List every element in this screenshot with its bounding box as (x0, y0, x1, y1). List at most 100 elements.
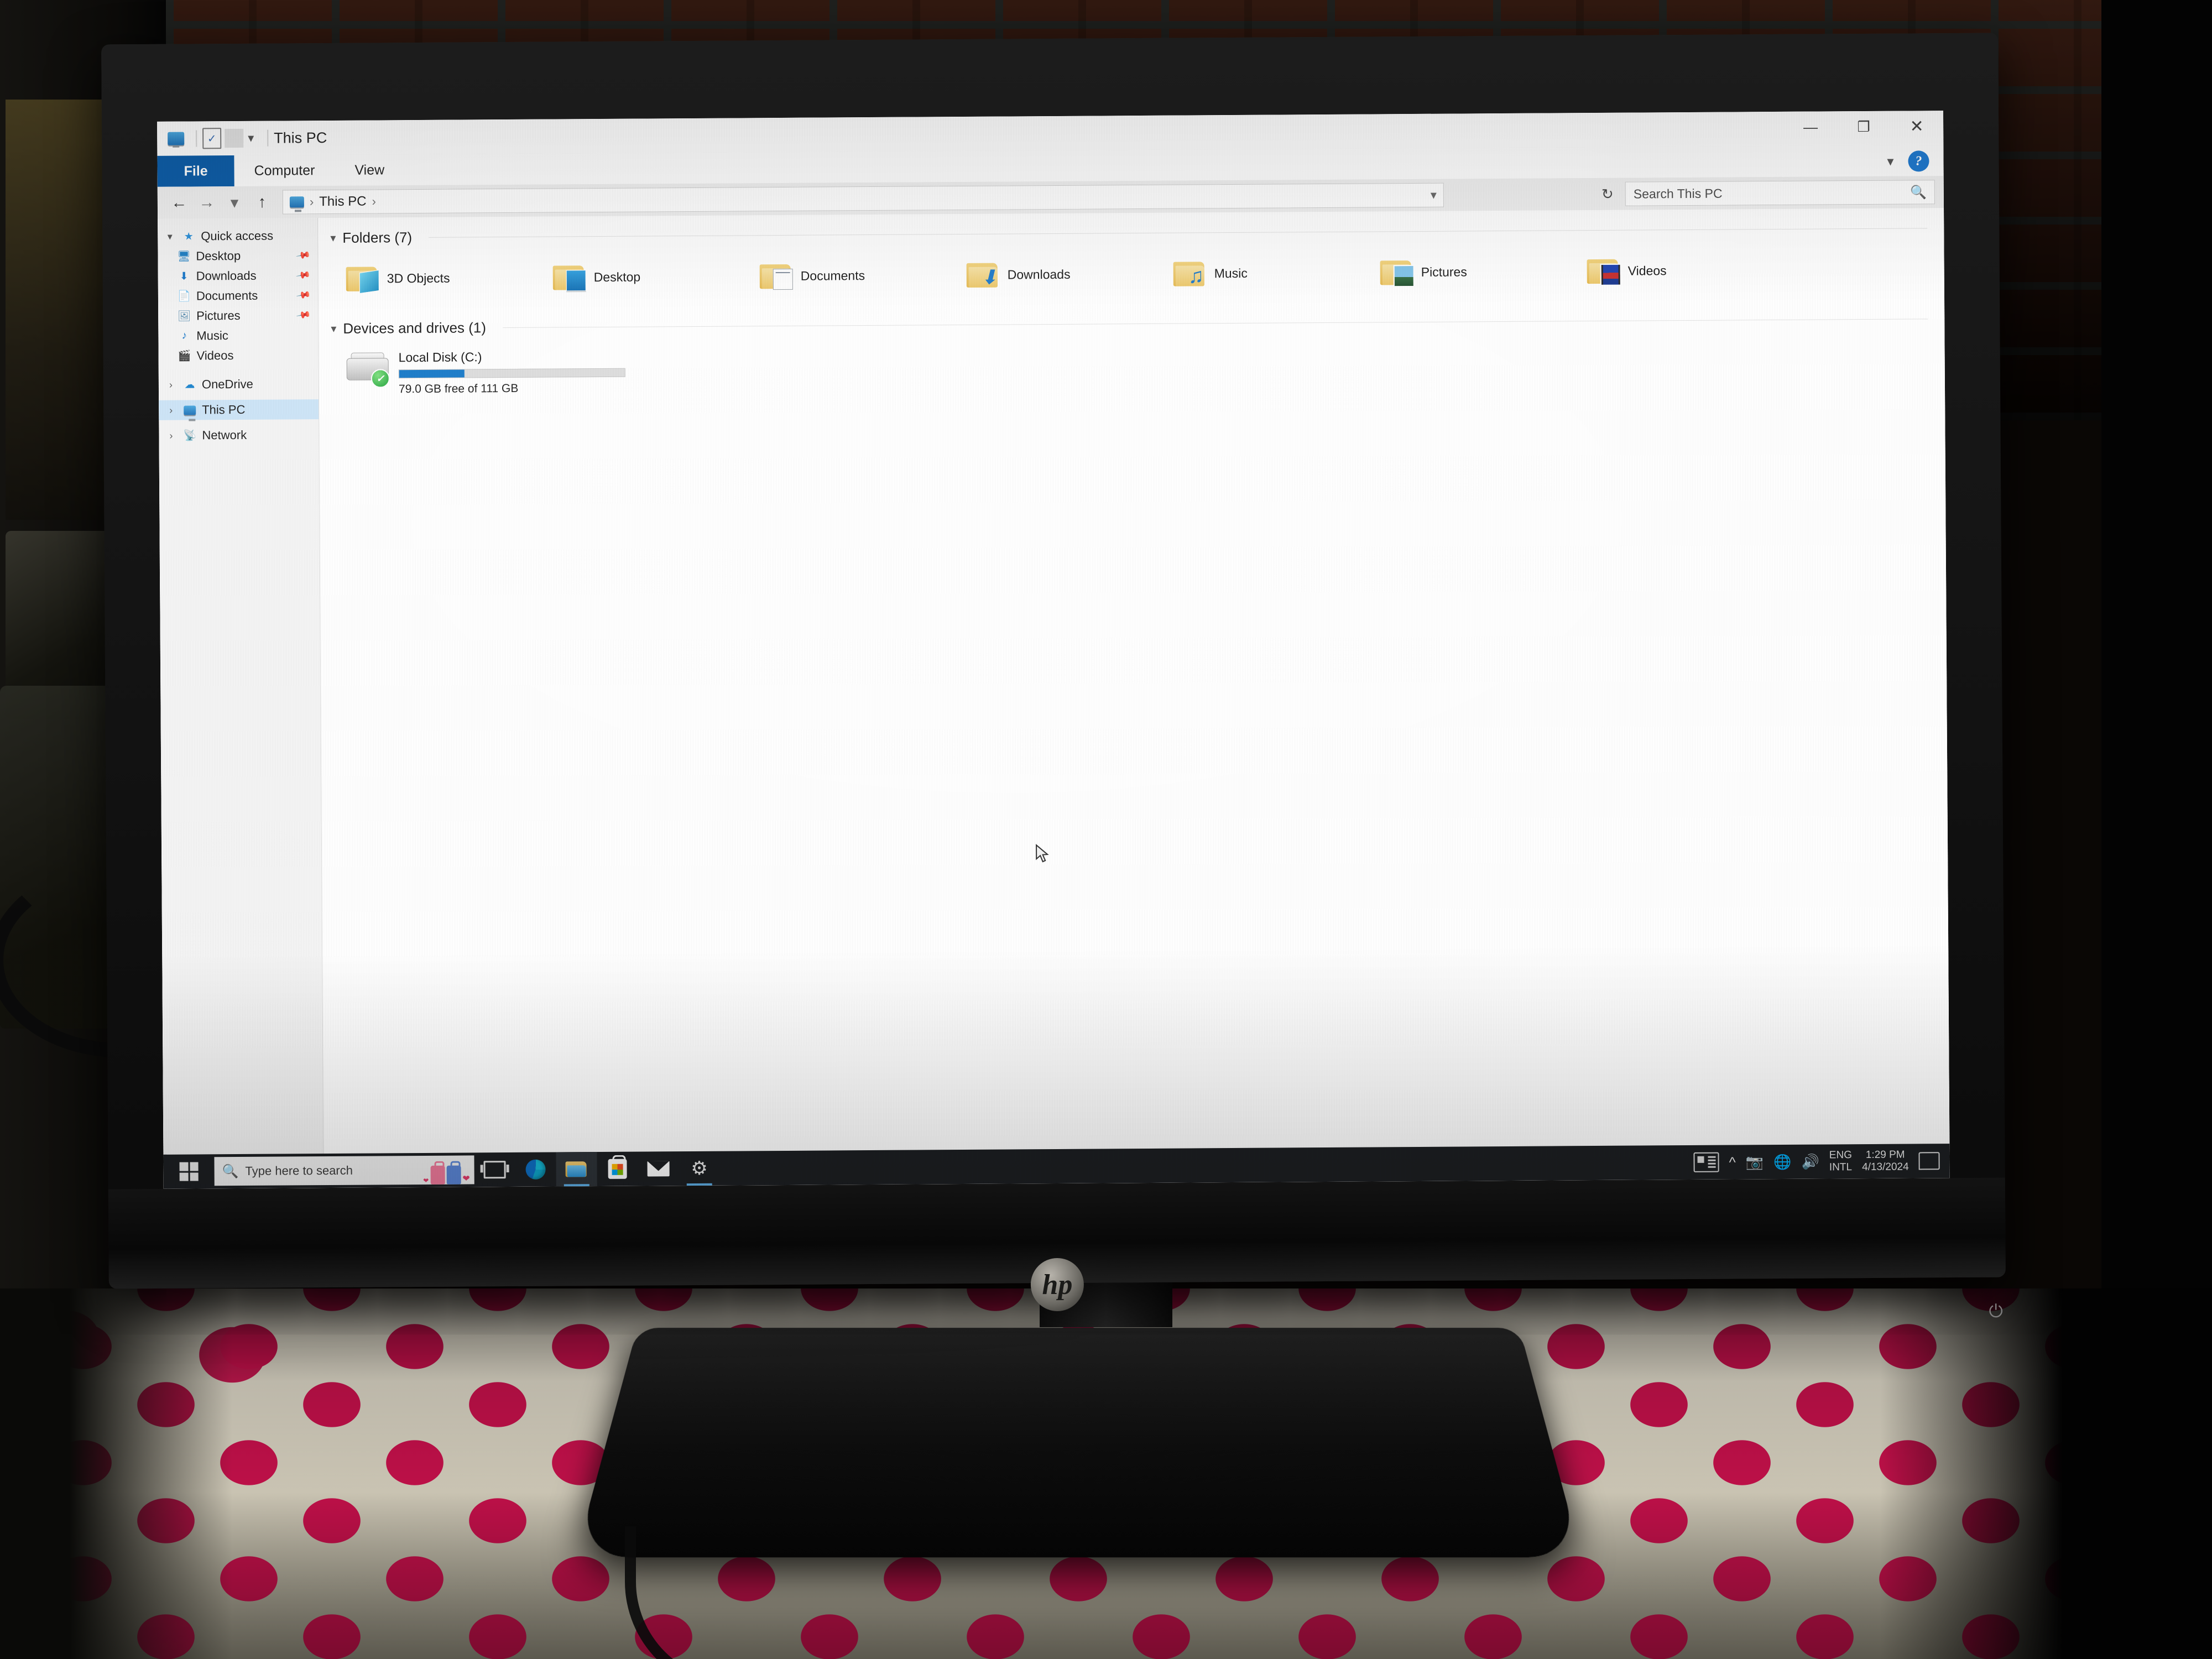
pin-icon[interactable]: 📌 (295, 288, 311, 303)
arrow-up-icon[interactable]: ↑ (249, 190, 275, 215)
clock-time: 1:29 PM (1865, 1149, 1905, 1161)
sidebar-item-label: Network (202, 427, 247, 442)
refresh-icon[interactable]: ↻ (1595, 185, 1620, 202)
news-and-interests-icon[interactable] (1693, 1152, 1719, 1172)
search-icon: 🔍 (222, 1164, 239, 1179)
this-pc-icon[interactable] (165, 128, 187, 150)
file-explorer-button[interactable] (556, 1152, 597, 1187)
chevron-up-icon[interactable]: ^ (1729, 1154, 1735, 1170)
sidebar-item-label: Music (196, 328, 228, 343)
properties-icon[interactable]: ✓ (202, 128, 222, 149)
folder-icon (346, 264, 379, 294)
sidebar-item-desktop[interactable]: 🖥 Desktop 📌 (158, 246, 317, 267)
settings-button[interactable]: ⚙ (679, 1151, 719, 1186)
folder-icon: ♫ (1173, 259, 1207, 288)
drive-free-text: 79.0 GB free of 111 GB (398, 382, 519, 396)
folder-label: Music (1214, 265, 1248, 280)
hp-logo: hp (1030, 1258, 1084, 1312)
drive-info: Local Disk (C:) 79.0 GB free of 111 GB (399, 348, 626, 397)
chevron-down-icon[interactable]: ▾ (248, 131, 254, 145)
folder-tile-downloads[interactable]: ⬇ Downloads (951, 251, 1158, 298)
breadcrumb-this-pc[interactable]: This PC (319, 194, 367, 210)
window-controls: — ❐ ✕ (1784, 111, 1943, 143)
minimize-button[interactable]: — (1784, 111, 1837, 143)
hard-drive-icon: ✓ (346, 349, 390, 388)
folder-label: Pictures (1421, 264, 1467, 279)
folder-tile-pictures[interactable]: Pictures (1364, 248, 1572, 295)
folder-icon: ⬇ (966, 261, 1000, 289)
folder-label: Documents (800, 268, 865, 283)
pin-icon[interactable]: 📌 (295, 248, 311, 263)
drive-tile-local-disk-c[interactable]: ✓ Local Disk (C:) 79.0 GB free of 111 GB (331, 331, 1945, 397)
search-input[interactable]: Search This PC 🔍 (1625, 180, 1935, 206)
tab-view[interactable]: View (335, 154, 404, 186)
sidebar-item-label: Downloads (196, 268, 257, 283)
sidebar-item-downloads[interactable]: ⬇ Downloads 📌 (158, 265, 318, 286)
new-folder-icon[interactable] (225, 128, 244, 148)
chevron-down-icon[interactable]: ▾ (1431, 188, 1437, 202)
network-globe-icon[interactable]: 🌐 (1773, 1154, 1792, 1170)
language-indicator[interactable]: ENG INTL (1829, 1149, 1852, 1173)
mail-button[interactable] (638, 1151, 679, 1186)
microsoft-edge-button[interactable] (515, 1152, 556, 1187)
chevron-right-icon[interactable]: › (164, 430, 178, 441)
help-icon[interactable]: ? (1908, 150, 1929, 172)
pin-icon[interactable]: 📌 (295, 268, 311, 283)
chevron-right-icon[interactable]: › (164, 404, 178, 416)
chevron-down-icon[interactable]: ▾ (330, 231, 336, 244)
cloud-icon: ☁ (184, 378, 195, 391)
address-input[interactable]: › This PC › ▾ (282, 182, 1444, 215)
microsoft-store-button[interactable] (597, 1152, 638, 1186)
divider (429, 227, 1928, 238)
sidebar-item-documents[interactable]: 📄 Documents 📌 (158, 285, 318, 306)
sidebar-item-onedrive[interactable]: › ☁ OneDrive (159, 374, 319, 395)
system-tray: ^ 📷 🌐 🔊 ENG INTL 1:29 PM 4/13/2024 (1693, 1149, 1949, 1175)
folder-tile-3d-objects[interactable]: 3D Objects (330, 254, 538, 302)
volume-icon[interactable]: 🔊 (1801, 1154, 1819, 1170)
pin-icon[interactable]: 📌 (295, 307, 311, 323)
sidebar-group-label: Quick access (201, 228, 274, 243)
task-view-button[interactable] (474, 1152, 515, 1187)
chevron-down-icon[interactable]: ▾ (163, 231, 176, 242)
sidebar-group-quick-access[interactable]: ▾ ★ Quick access (158, 226, 317, 247)
sidebar-item-pictures[interactable]: 🖼 Pictures 📌 (158, 305, 318, 326)
sidebar-item-network[interactable]: › 📡 Network (159, 425, 319, 446)
sidebar-item-music[interactable]: ♪ Music (158, 325, 318, 346)
travel-bags-hearts-illustration: ❤ ❤ (423, 1165, 470, 1185)
camera-icon[interactable]: 📷 (1746, 1154, 1764, 1170)
action-center-icon[interactable] (1918, 1152, 1940, 1170)
windows-logo-icon (179, 1162, 199, 1181)
this-pc-icon (182, 403, 197, 417)
network-icon: 📡 (183, 430, 197, 442)
sidebar-item-this-pc[interactable]: › This PC (159, 399, 319, 420)
file-list-area[interactable]: ▾ Folders (7) 3D Objects Desktop Documen… (318, 208, 1950, 1154)
close-button[interactable]: ✕ (1890, 111, 1943, 142)
folder-tile-documents[interactable]: Documents (744, 252, 951, 299)
navigation-pane: ▾ ★ Quick access 🖥 Desktop 📌 ⬇ Downloads (158, 218, 324, 1155)
folder-icon (1587, 257, 1621, 286)
power-icon[interactable]: ⏻ (1984, 1299, 2008, 1323)
arrow-left-icon[interactable]: ← (166, 190, 192, 216)
chevron-right-icon[interactable]: › (164, 379, 178, 390)
folder-icon (1380, 258, 1415, 288)
search-placeholder: Search This PC (1633, 186, 1723, 201)
folder-tile-music[interactable]: ♫ Music (1157, 249, 1365, 297)
chevron-down-icon[interactable]: ▾ (331, 321, 336, 335)
arrow-right-icon[interactable]: → (194, 190, 220, 215)
ribbon-right-controls: ▾ ? (1887, 150, 1943, 176)
chevron-down-icon[interactable]: ▾ (222, 190, 247, 215)
sidebar-item-videos[interactable]: 🎬 Videos (158, 345, 318, 366)
taskbar-search-input[interactable]: 🔍 Type here to search ❤ ❤ (214, 1155, 474, 1186)
start-button[interactable] (163, 1154, 214, 1189)
folder-tile-desktop[interactable]: Desktop (537, 253, 744, 300)
tab-file[interactable]: File (157, 155, 234, 187)
tab-computer[interactable]: Computer (234, 155, 335, 186)
clock[interactable]: 1:29 PM 4/13/2024 (1862, 1149, 1909, 1173)
folder-tile-videos[interactable]: Videos (1571, 247, 1778, 294)
maximize-button[interactable]: ❐ (1837, 111, 1890, 143)
download-icon: ⬇ (179, 270, 189, 283)
sidebar-item-label: This PC (202, 402, 246, 417)
monitor-power-cable (625, 1526, 868, 1659)
chevron-down-icon[interactable]: ▾ (1887, 153, 1893, 169)
this-pc-icon (289, 196, 304, 208)
